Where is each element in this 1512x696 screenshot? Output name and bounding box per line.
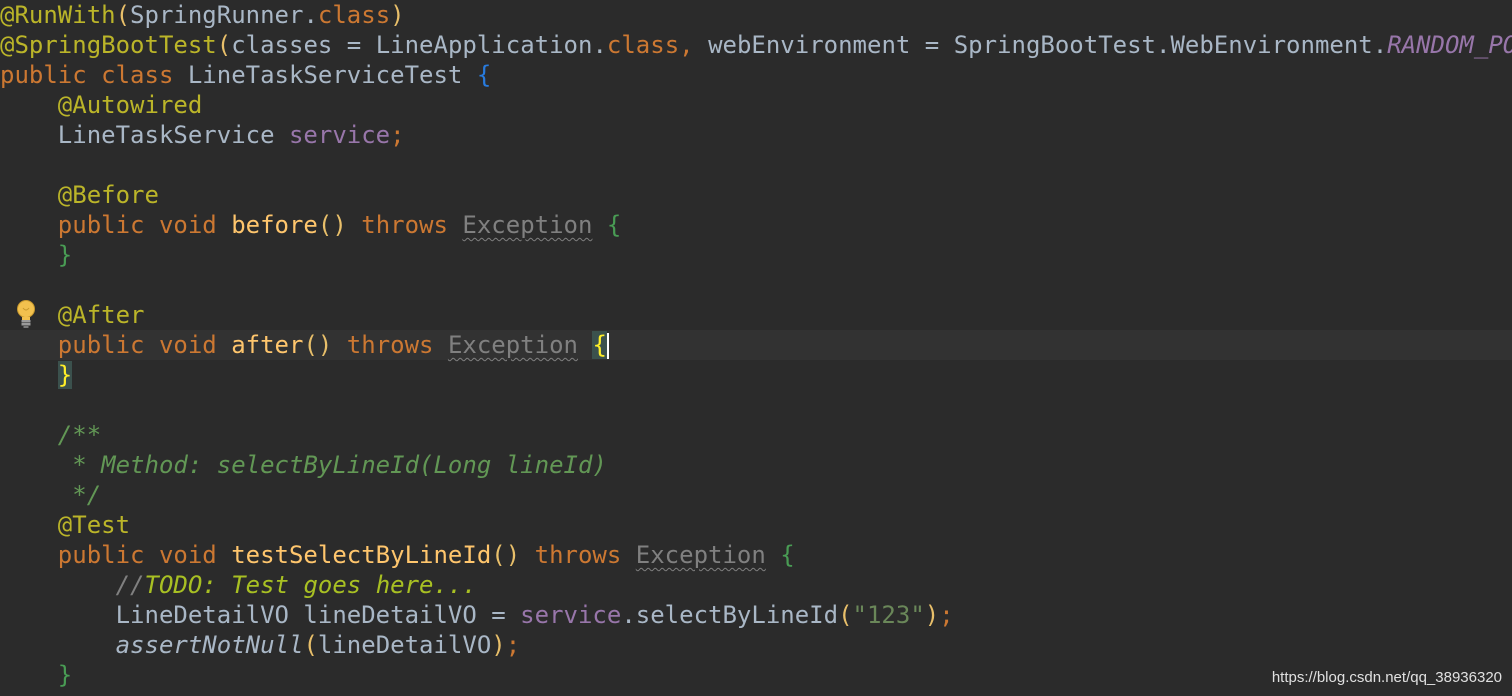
code-token: LineDetailVO lineDetailVO = (115, 601, 521, 629)
annotation-token: @Before (57, 181, 159, 209)
field-token: service (288, 121, 391, 149)
todo-comment-token: TODO: Test goes here... (144, 571, 477, 599)
exception-token: Exception (447, 331, 578, 359)
method-call-token: .selectByLineId (621, 601, 839, 629)
code-line[interactable]: @SpringBootTest(classes = LineApplicatio… (0, 30, 1512, 60)
keyword-token: public void (57, 541, 232, 569)
doc-comment-token: */ (57, 481, 102, 509)
paren-token: () (317, 211, 347, 239)
paren-token: ) (390, 1, 405, 29)
paren-token: () (303, 331, 333, 359)
annotation-token: @Test (57, 511, 131, 539)
class-token: LineTaskService (57, 121, 289, 149)
code-token: = LineApplication. (332, 31, 607, 59)
class-name-token: LineTaskServiceTest (187, 61, 477, 89)
annotation-token: @After (57, 301, 145, 329)
semicolon-token: ; (505, 631, 521, 659)
keyword-token: public void (57, 211, 232, 239)
code-line[interactable]: @RunWith(SpringRunner.class) (0, 0, 1512, 30)
keyword-token: class (606, 31, 680, 59)
code-line[interactable]: /** (0, 420, 1512, 450)
brace-token: { (476, 61, 492, 89)
paren-token: ( (303, 631, 318, 659)
brace-match-token: } (57, 361, 73, 389)
semicolon-token: ; (939, 601, 954, 629)
brace-token: { (592, 211, 622, 239)
string-token: "123" (852, 601, 925, 629)
method-name-token: after (231, 331, 304, 359)
code-line[interactable]: */ (0, 480, 1512, 510)
paren-token: ) (491, 631, 506, 659)
paren-token: ( (216, 31, 232, 59)
exception-token: Exception (462, 211, 593, 239)
code-line[interactable]: public void before() throws Exception { (0, 210, 1512, 240)
text-caret (606, 333, 609, 359)
code-line[interactable]: } (0, 240, 1512, 270)
comma-token: , (679, 31, 709, 59)
variable-token: lineDetailVO (317, 631, 492, 659)
code-line[interactable]: @Autowired (0, 90, 1512, 120)
keyword-token: throws (332, 331, 448, 359)
brace-token: } (57, 241, 73, 269)
code-token: = SpringBootTest.WebEnvironment. (910, 31, 1388, 59)
method-name-token: testSelectByLineId (231, 541, 492, 569)
code-line[interactable]: assertNotNull(lineDetailVO); (0, 630, 1512, 660)
code-editor[interactable]: @RunWith(SpringRunner.class) @SpringBoot… (0, 0, 1512, 696)
param-token: webEnvironment (708, 31, 911, 59)
current-code-line[interactable]: public void after() throws Exception { (0, 330, 1512, 360)
code-line[interactable]: public class LineTaskServiceTest { (0, 60, 1512, 90)
paren-token: () (491, 541, 521, 569)
exception-token: Exception (635, 541, 766, 569)
watermark-text: https://blog.csdn.net/qq_38936320 (1271, 669, 1502, 686)
class-token: SpringRunner. (130, 1, 318, 29)
code-line[interactable]: } (0, 360, 1512, 390)
doc-comment-token: /** (57, 421, 102, 449)
keyword-token: public void (57, 331, 232, 359)
keyword-token: throws (520, 541, 636, 569)
param-token: classes (231, 31, 333, 59)
paren-token: ( (115, 1, 131, 29)
code-line[interactable]: LineTaskService service; (0, 120, 1512, 150)
lightbulb-icon[interactable] (14, 299, 38, 329)
keyword-token: public class (0, 61, 188, 89)
code-line[interactable]: @Test (0, 510, 1512, 540)
paren-token: ) (924, 601, 940, 629)
enum-constant-token: RANDOM_PORT (1387, 31, 1512, 59)
annotation-token: @Autowired (57, 91, 203, 119)
code-line[interactable]: //TODO: Test goes here... (0, 570, 1512, 600)
brace-token: } (57, 661, 73, 689)
method-name-token: before (231, 211, 318, 239)
paren-token: ( (838, 601, 853, 629)
doc-comment-token: * Method: selectByLineId(Long lineId) (57, 451, 607, 479)
field-token: service (520, 601, 622, 629)
code-line[interactable]: * Method: selectByLineId(Long lineId) (0, 450, 1512, 480)
keyword-token: class (317, 1, 391, 29)
semicolon-token: ; (390, 121, 405, 149)
code-line[interactable]: public void testSelectByLineId() throws … (0, 540, 1512, 570)
annotation-token: @RunWith (0, 1, 116, 29)
code-line[interactable]: @After (0, 300, 1512, 330)
code-line[interactable]: @Before (0, 180, 1512, 210)
annotation-token: @SpringBootTest (0, 31, 217, 59)
brace-match-token: { (592, 331, 607, 359)
static-call-token: assertNotNull (115, 631, 304, 659)
code-line[interactable]: LineDetailVO lineDetailVO = service.sele… (0, 600, 1512, 630)
brace-token: { (765, 541, 795, 569)
comment-slash-token: // (115, 571, 145, 599)
keyword-token: throws (346, 211, 463, 239)
